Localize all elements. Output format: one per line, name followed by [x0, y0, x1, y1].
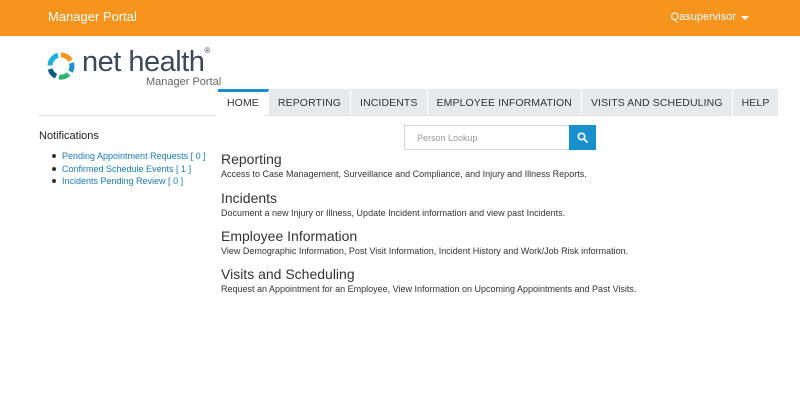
- top-bar: Manager Portal Qasupervisor: [0, 0, 800, 36]
- user-name[interactable]: Qasupervisor: [671, 11, 736, 23]
- section-incidents: Incidents Document a new Injury or Illne…: [221, 190, 565, 219]
- caret-down-icon[interactable]: [741, 15, 749, 20]
- tab-reporting[interactable]: REPORTING: [268, 89, 352, 116]
- main-nav-tabs: HOME REPORTING INCIDENTS EMPLOYEE INFORM…: [218, 89, 780, 116]
- section-visits-and-scheduling: Visits and Scheduling Request an Appoint…: [221, 266, 636, 295]
- sidebar-divider: [38, 115, 216, 116]
- notifications-list: Pending Appointment Requests [ 0 ] Confi…: [52, 150, 206, 188]
- section-reporting: Reporting Access to Case Management, Sur…: [221, 151, 587, 180]
- notification-confirmed-schedule-events[interactable]: Confirmed Schedule Events [ 1 ]: [52, 163, 206, 176]
- section-title: Visits and Scheduling: [221, 266, 355, 282]
- tab-help[interactable]: HELP: [732, 89, 780, 116]
- section-description: Access to Case Management, Surveillance …: [221, 169, 587, 179]
- tab-incidents[interactable]: INCIDENTS: [351, 89, 428, 116]
- net-health-logo-icon: [47, 52, 75, 80]
- user-menu[interactable]: Qasupervisor: [671, 11, 749, 23]
- section-description: Document a new Injury or Illness, Update…: [221, 208, 566, 218]
- logo-wordmark: net health®: [82, 46, 210, 78]
- tab-home[interactable]: HOME: [218, 89, 269, 116]
- section-title: Incidents: [221, 190, 278, 206]
- notification-incidents-pending-review[interactable]: Incidents Pending Review [ 0 ]: [52, 175, 206, 188]
- tab-employee-information[interactable]: EMPLOYEE INFORMATION: [427, 89, 582, 116]
- logo: net health® Manager Portal: [46, 46, 226, 90]
- notification-pending-appointment-requests[interactable]: Pending Appointment Requests [ 0 ]: [52, 150, 206, 163]
- tabs-divider: [264, 115, 721, 116]
- logo-subtitle: Manager Portal: [146, 76, 222, 88]
- section-title: Reporting: [221, 151, 282, 167]
- section-employee-information: Employee Information View Demographic In…: [221, 228, 628, 257]
- person-lookup-input[interactable]: [404, 125, 570, 150]
- section-title: Employee Information: [221, 228, 358, 244]
- section-description: View Demographic Information, Post Visit…: [221, 246, 629, 256]
- notifications-title: Notifications: [39, 130, 99, 142]
- tab-visits-and-scheduling[interactable]: VISITS AND SCHEDULING: [581, 89, 733, 116]
- section-description: Request an Appointment for an Employee, …: [221, 284, 637, 294]
- search-button[interactable]: [569, 125, 596, 150]
- app-title: Manager Portal: [48, 9, 137, 24]
- search-icon[interactable]: [577, 132, 588, 143]
